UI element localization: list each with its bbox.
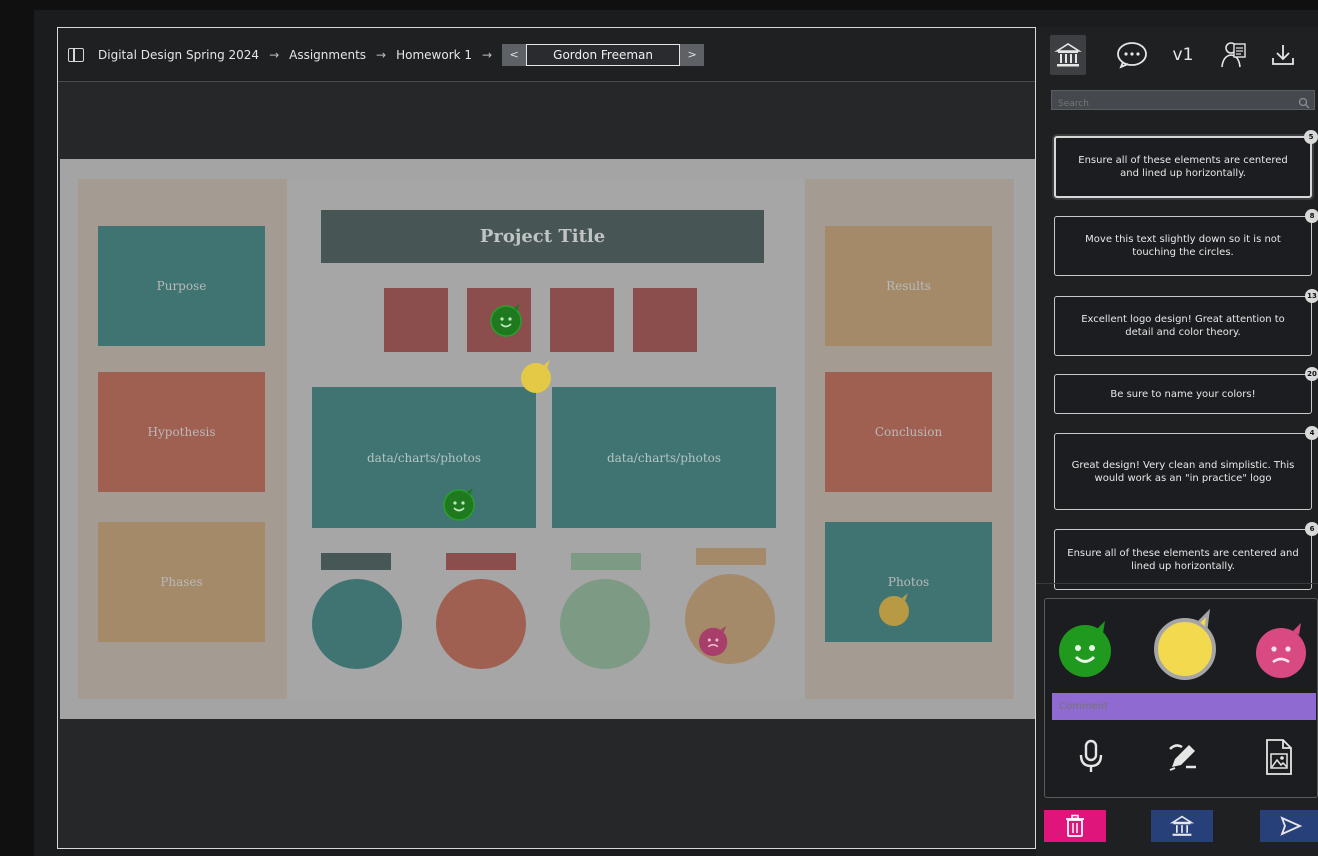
comment-card[interactable]: Ensure all of these elements are centere… <box>1054 130 1318 198</box>
neutral-face-icon[interactable] <box>1153 608 1223 685</box>
poster-circle <box>312 579 402 669</box>
poster-circle <box>436 579 526 669</box>
breadcrumb-homework[interactable]: Homework 1 <box>396 48 472 62</box>
sad-face-marker-icon[interactable] <box>698 624 732 658</box>
comment-composer <box>1044 598 1318 798</box>
poster-label-bar <box>571 553 641 570</box>
poster-submission: Purpose Hypothesis Phases Results Conclu… <box>78 179 1016 699</box>
poster-panel-conclusion: Conclusion <box>825 372 992 492</box>
delete-button[interactable] <box>1044 810 1106 842</box>
breadcrumb-course[interactable]: Digital Design Spring 2024 <box>98 48 259 62</box>
happy-face-marker-icon[interactable] <box>443 486 479 522</box>
poster-square <box>384 288 448 352</box>
happy-face-icon[interactable] <box>1057 615 1117 683</box>
student-icon[interactable] <box>1216 35 1250 75</box>
send-button[interactable] <box>1260 810 1318 842</box>
comment-text: Move this text slightly down so it is no… <box>1085 234 1281 258</box>
student-switcher: < Gordon Freeman > <box>502 43 705 66</box>
neutral-face-marker-icon[interactable] <box>520 359 556 395</box>
search-input[interactable] <box>1052 95 1314 113</box>
happy-face-marker-icon[interactable] <box>490 302 526 338</box>
comment-usage-count: 5 <box>1304 130 1318 144</box>
comment-card[interactable]: Move this text slightly down so it is no… <box>1054 209 1318 276</box>
poster-label-bar <box>321 553 391 570</box>
current-student-name[interactable]: Gordon Freeman <box>526 43 681 66</box>
comment-text: Great design! Very clean and simplistic.… <box>1071 459 1295 484</box>
poster-panel-phases: Phases <box>98 522 265 642</box>
assignment-viewer: Digital Design Spring 2024 → Assignments… <box>57 27 1036 849</box>
panel-divider <box>1036 583 1318 584</box>
poster-data-box: data/charts/photos <box>312 387 536 528</box>
comment-usage-count: 4 <box>1305 426 1318 440</box>
comment-usage-count: 8 <box>1305 209 1318 223</box>
poster-square <box>550 288 614 352</box>
app-window: Digital Design Spring 2024 → Assignments… <box>34 10 1318 856</box>
feedback-panel: v1 Ensure all of these elements are cent… <box>1036 27 1318 856</box>
rubric-button[interactable] <box>1151 810 1213 842</box>
poster-label-bar <box>696 548 766 565</box>
rubric-icon[interactable] <box>1050 35 1086 75</box>
submission-canvas[interactable]: Purpose Hypothesis Phases Results Conclu… <box>60 159 1035 719</box>
previous-student-button[interactable]: < <box>502 43 527 66</box>
comment-card[interactable]: Be sure to name your colors! 20 <box>1054 367 1318 414</box>
neutral-face-marker-icon[interactable] <box>878 592 914 628</box>
download-icon[interactable] <box>1268 35 1298 75</box>
comment-text: Excellent logo design! Great attention t… <box>1081 314 1285 338</box>
sad-face-icon[interactable] <box>1251 617 1313 685</box>
comment-card[interactable]: Excellent logo design! Great attention t… <box>1054 289 1318 356</box>
comment-usage-count: 13 <box>1305 289 1318 303</box>
breadcrumb-arrow-icon: → <box>269 47 280 62</box>
poster-panel-purpose: Purpose <box>98 226 265 346</box>
comment-bubble-icon[interactable] <box>1114 35 1150 75</box>
poster-square <box>633 288 697 352</box>
pen-icon[interactable] <box>1163 737 1203 777</box>
search-icon[interactable] <box>1298 94 1310 113</box>
comment-search-field[interactable] <box>1051 90 1315 113</box>
comment-card[interactable]: Great design! Very clean and simplistic.… <box>1054 426 1318 510</box>
feedback-toolbar: v1 <box>1036 27 1318 83</box>
breadcrumb-arrow-icon: → <box>376 47 387 62</box>
comment-bank: Ensure all of these elements are centere… <box>1036 119 1318 609</box>
poster-label-bar <box>446 553 516 570</box>
top-bar: Digital Design Spring 2024 → Assignments… <box>58 28 1035 82</box>
poster-title: Project Title <box>321 210 764 263</box>
microphone-icon[interactable] <box>1071 737 1111 777</box>
image-file-icon[interactable] <box>1259 737 1299 777</box>
comment-text: Ensure all of these elements are centere… <box>1078 155 1288 179</box>
poster-panel-hypothesis: Hypothesis <box>98 372 265 492</box>
version-label[interactable]: v1 <box>1168 35 1198 75</box>
poster-data-box: data/charts/photos <box>552 387 776 528</box>
next-student-button[interactable]: > <box>680 43 705 66</box>
comment-usage-count: 20 <box>1305 367 1318 381</box>
comment-text: Ensure all of these elements are centere… <box>1067 547 1299 572</box>
poster-panel-results: Results <box>825 226 992 346</box>
trash-icon <box>1066 814 1084 837</box>
poster-left-column: Purpose Hypothesis Phases <box>78 179 287 699</box>
sidebar-toggle-icon[interactable] <box>68 47 84 62</box>
comment-input[interactable] <box>1052 693 1316 720</box>
comment-card[interactable]: Ensure all of these elements are centere… <box>1054 522 1318 590</box>
breadcrumb-arrow-icon: → <box>482 47 493 62</box>
send-icon <box>1280 816 1302 836</box>
breadcrumb-assignments[interactable]: Assignments <box>289 48 366 62</box>
comment-text: Be sure to name your colors! <box>1110 388 1256 400</box>
comment-usage-count: 6 <box>1305 522 1318 536</box>
rubric-icon <box>1170 815 1194 836</box>
poster-circle <box>560 579 650 669</box>
bottom-actions <box>1036 805 1318 845</box>
